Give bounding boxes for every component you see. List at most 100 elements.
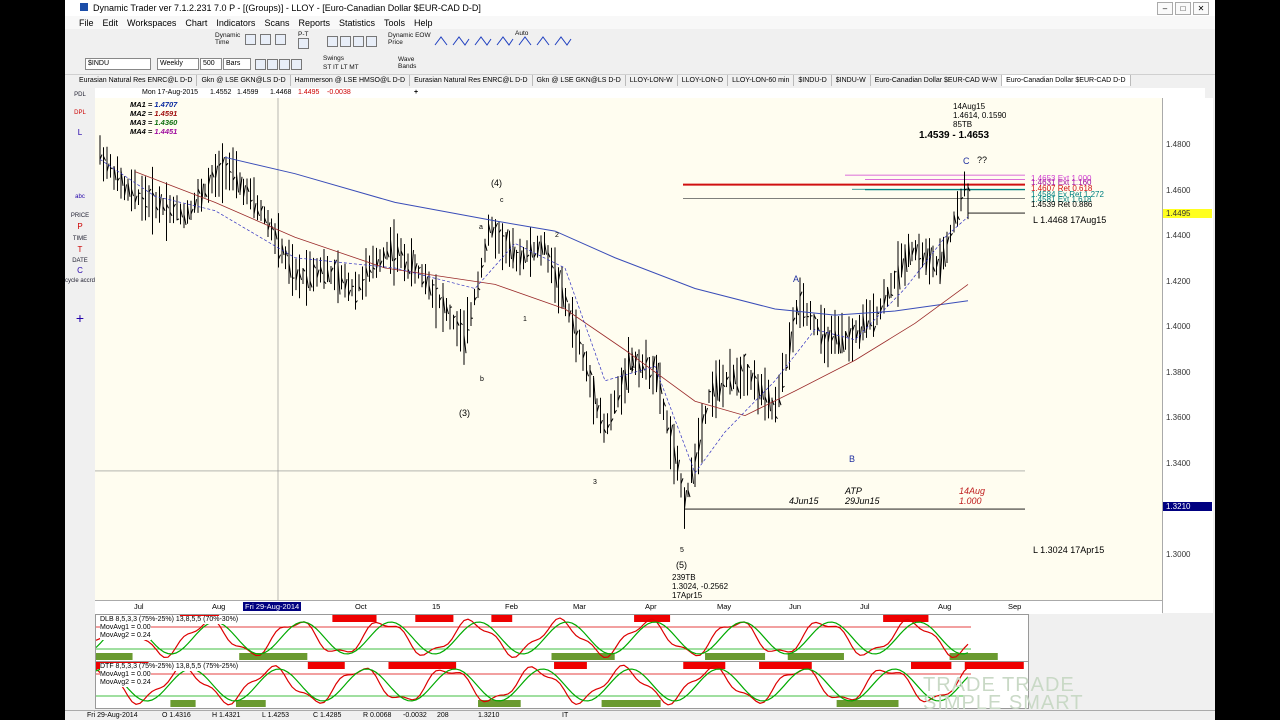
- x-tick: Sep: [1008, 602, 1022, 611]
- cycle-tool[interactable]: cycle accrd: [65, 278, 95, 284]
- y-tick: 1.4800: [1166, 140, 1191, 149]
- c-tool[interactable]: C: [65, 266, 95, 275]
- moving-average-line: [224, 156, 969, 316]
- l-tool[interactable]: L: [65, 128, 95, 137]
- zone-block: [415, 615, 454, 622]
- close-button[interactable]: ✕: [1193, 2, 1209, 15]
- wave-b-small: b: [480, 376, 484, 383]
- chart-icon[interactable]: [340, 36, 351, 47]
- crosshair-icon[interactable]: +: [65, 310, 95, 326]
- chart-tab[interactable]: Gkn @ LSE GKN@LS D-D: [197, 75, 291, 86]
- status-close: C 1.4285: [313, 712, 342, 719]
- add-icon[interactable]: +: [414, 88, 418, 98]
- period-select[interactable]: Weekly: [157, 58, 199, 70]
- y-tick: 1.3400: [1166, 459, 1191, 468]
- chart-tab[interactable]: LLOY-LON-W: [626, 75, 678, 86]
- f1c-button[interactable]: [275, 34, 286, 45]
- swing-levels[interactable]: ST IT LT MT: [323, 64, 359, 71]
- zone-block: [911, 662, 952, 669]
- f1d-button[interactable]: [245, 34, 256, 45]
- wave-a-label: A: [793, 274, 800, 284]
- nav-button[interactable]: [291, 59, 302, 70]
- open-icon[interactable]: [353, 36, 364, 47]
- chart-tab[interactable]: Eurasian Natural Res ENRC@L D-D: [75, 75, 198, 86]
- chart-tab[interactable]: Eurasian Natural Res ENRC@L D-D: [410, 75, 533, 86]
- target-range: 1.4539 - 1.4653: [919, 130, 990, 141]
- app-window: Dynamic Trader ver 7.1.2.231 7.0 P - [(G…: [65, 0, 1215, 720]
- wave-2-small: 2: [555, 232, 559, 239]
- menu-edit[interactable]: Edit: [103, 18, 119, 28]
- dlb-oscillator-panel[interactable]: DLB 8,5,3,3 (75%-25%) 13,8,5,5 (70%-30%)…: [95, 614, 1029, 662]
- minimize-button[interactable]: –: [1157, 2, 1173, 15]
- date-tool[interactable]: DATE: [65, 258, 95, 264]
- bars-select[interactable]: Bars: [223, 58, 251, 70]
- zone-block: [883, 615, 929, 622]
- dpl-tool[interactable]: DPL: [65, 110, 95, 116]
- menu-tools[interactable]: Tools: [384, 18, 405, 28]
- menu-scans[interactable]: Scans: [264, 18, 289, 28]
- price-tool[interactable]: PRICE: [65, 213, 95, 219]
- p-tool[interactable]: P: [65, 222, 95, 231]
- save-icon[interactable]: [366, 36, 377, 47]
- wave-1-small: 1: [523, 316, 527, 323]
- symbol-select[interactable]: $INDU: [85, 58, 151, 70]
- low-info-box: 239TB 1.3024, -0.2562 17Apr15: [672, 573, 729, 600]
- zone-block: [964, 662, 1024, 669]
- copy-icon[interactable]: [327, 36, 338, 47]
- nav-button[interactable]: [279, 59, 290, 70]
- menu-workspaces[interactable]: Workspaces: [127, 18, 176, 28]
- drawing-tools-icon[interactable]: [433, 33, 575, 49]
- ret-line-label: 1.4539 Ret 0.886: [1031, 200, 1093, 209]
- menu-reports[interactable]: Reports: [298, 18, 330, 28]
- abc-tool[interactable]: abc: [65, 194, 95, 200]
- t-tool[interactable]: T: [65, 245, 95, 254]
- status-low: L 1.4253: [262, 712, 289, 719]
- header-high: 1.4599: [237, 89, 259, 96]
- toolbar: Dynamic Time P-T Dynamic EOW Price Auto …: [65, 29, 1215, 75]
- menu-indicators[interactable]: Indicators: [216, 18, 255, 28]
- chart-tab[interactable]: LLOY-LON-D: [678, 75, 729, 86]
- app-icon: [80, 3, 88, 11]
- zone-block: [307, 662, 345, 669]
- left-toolbar: PDL DPL L abc PRICE P TIME T DATE C cycl…: [65, 88, 95, 708]
- wave-bands-label[interactable]: Wave Bands: [398, 56, 416, 70]
- chart-tab[interactable]: $INDU-W: [832, 75, 871, 86]
- menu-statistics[interactable]: Statistics: [339, 18, 375, 28]
- dtf-oscillator-panel[interactable]: DTF 8,5,3,3 (75%-25%) 13,8,5,5 (75%-25%)…: [95, 661, 1029, 709]
- chart-tab[interactable]: Gkn @ LSE GKN@LS D-D: [533, 75, 626, 86]
- dlb-movavg2: MovAvg2 = 0.24: [100, 632, 151, 640]
- chart-tab[interactable]: $INDU-D: [794, 75, 832, 86]
- pt-button[interactable]: [298, 38, 309, 49]
- ma3-legend: MA3 = 1.4360: [130, 118, 178, 127]
- dynamic-price-label: Dynamic EOW Price: [388, 32, 431, 46]
- menu-help[interactable]: Help: [414, 18, 433, 28]
- nav-button[interactable]: [267, 59, 278, 70]
- x-tick: Feb: [505, 602, 518, 611]
- price-axis: 1.4800 1.4600 1.4400 1.4200 1.4000 1.380…: [1162, 98, 1213, 613]
- pdl-tool[interactable]: PDL: [65, 92, 95, 98]
- price-chart[interactable]: MA1 = 1.4707 MA2 = 1.4591 MA3 = 1.4360 M…: [95, 98, 1162, 613]
- y-tick: 1.4400: [1166, 231, 1191, 240]
- x-tick: Jun: [789, 602, 802, 611]
- zone-block: [332, 615, 377, 622]
- f1b-button[interactable]: [260, 34, 271, 45]
- bars-input[interactable]: 500: [200, 58, 222, 70]
- mid-line-label: L 1.4468 17Aug15: [1033, 215, 1107, 225]
- menu-file[interactable]: File: [79, 18, 94, 28]
- wave-5-label: (5): [676, 560, 687, 570]
- chart-tab-active[interactable]: Euro-Canadian Dollar $EUR-CAD D-D: [1002, 75, 1131, 86]
- price-bar-close: [502, 235, 505, 237]
- time-tool[interactable]: TIME: [65, 236, 95, 242]
- window-title: Dynamic Trader ver 7.1.2.231 7.0 P - [(G…: [93, 3, 481, 13]
- chart-tab[interactable]: Hammerson @ LSE HMSO@L D-D: [291, 75, 411, 86]
- ma2-legend: MA2 = 1.4591: [130, 109, 178, 118]
- menu-chart[interactable]: Chart: [185, 18, 207, 28]
- wave-5-small: 5: [680, 547, 684, 554]
- chart-tab[interactable]: LLOY-LON-60 min: [728, 75, 795, 86]
- maximize-button[interactable]: □: [1175, 2, 1191, 15]
- nav-button[interactable]: [255, 59, 266, 70]
- x-tick: Apr: [645, 602, 657, 611]
- chart-tab[interactable]: Euro-Canadian Dollar $EUR-CAD W-W: [871, 75, 1003, 86]
- zone-block: [836, 700, 899, 707]
- wave-c-label: C: [963, 156, 970, 166]
